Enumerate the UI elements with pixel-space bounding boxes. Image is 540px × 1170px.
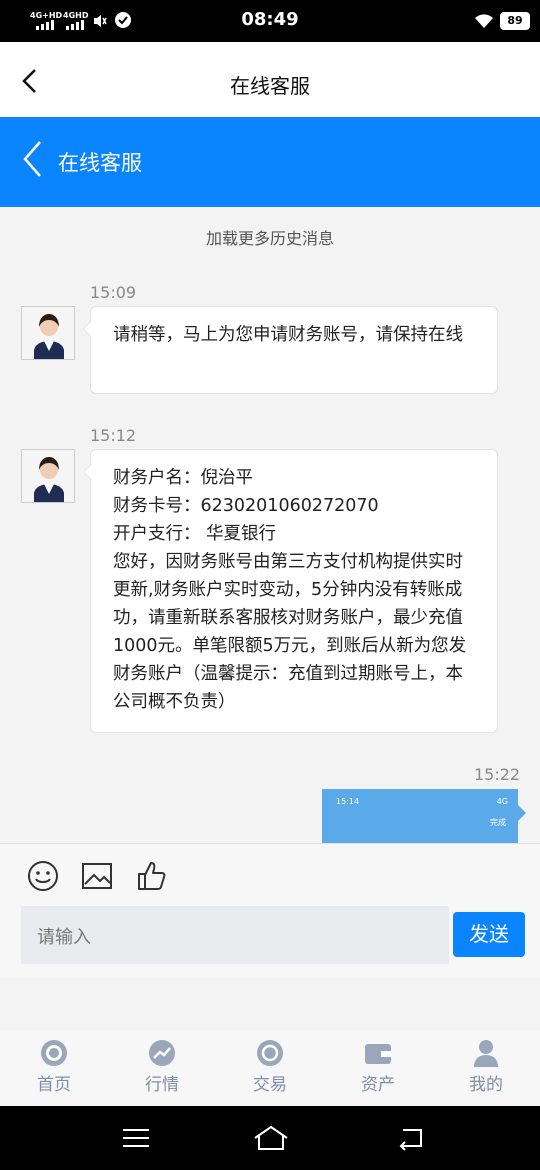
account-name-line: 财务户名：倪治平 <box>113 468 253 488</box>
image-bubble-tail <box>518 805 526 821</box>
message-timestamp: 15:09 <box>90 283 137 302</box>
bank-branch-line: 开户支行： 华夏银行 <box>113 524 277 544</box>
chart-icon <box>149 1040 175 1066</box>
home-nav-icon[interactable] <box>253 1124 289 1152</box>
avatar <box>21 449 75 503</box>
app-header: 在线客服 <box>0 42 540 117</box>
load-more-history[interactable]: 加载更多历史消息 <box>0 225 540 249</box>
wallet-icon <box>365 1044 391 1064</box>
tab-label: 资产 <box>361 1075 395 1095</box>
image-done-label: 完成 <box>490 818 506 827</box>
tab-label: 我的 <box>469 1075 503 1095</box>
tab-label: 交易 <box>253 1075 287 1095</box>
send-button[interactable]: 发送 <box>453 912 525 957</box>
image-clock: 15:14 <box>336 797 360 806</box>
back-nav-icon[interactable] <box>397 1124 427 1152</box>
home-icon <box>41 1040 67 1066</box>
message-bubble: 财务户名：倪治平 财务卡号：6230201060272070 开户支行： 华夏银… <box>83 449 498 733</box>
message-timestamp: 15:22 <box>474 765 521 784</box>
status-bar: 4G+HD 4GHD 08:49 89 <box>0 0 540 42</box>
chat-header: 在线客服 <box>0 117 540 207</box>
system-nav-bar <box>0 1106 540 1170</box>
tab-label: 行情 <box>145 1075 179 1095</box>
chat-back-icon[interactable] <box>20 139 46 179</box>
tab-trade[interactable]: 交易 <box>216 1038 324 1095</box>
tab-label: 首页 <box>37 1075 71 1095</box>
message-bubble: 请稍等，马上为您申请财务账号，请保持在线 <box>83 306 498 394</box>
clock: 08:49 <box>241 9 299 30</box>
page-title: 在线客服 <box>230 74 310 98</box>
tab-assets[interactable]: 资产 <box>324 1038 432 1095</box>
avatar <box>21 306 75 360</box>
message-input[interactable]: 请输入 <box>21 906 449 964</box>
user-icon <box>474 1040 498 1067</box>
image-status: 4G <box>496 797 508 806</box>
image-icon[interactable] <box>81 860 113 892</box>
menu-icon[interactable] <box>121 1124 151 1152</box>
tab-mine[interactable]: 我的 <box>432 1038 540 1095</box>
tab-market[interactable]: 行情 <box>108 1038 216 1095</box>
image-message[interactable]: 15:14 4G 完成 <box>322 789 518 843</box>
wifi-icon <box>475 14 493 28</box>
battery-indicator: 89 <box>500 12 530 30</box>
composer: 请输入 发送 <box>0 843 540 978</box>
message-text: 请稍等，马上为您申请财务账号，请保持在线 <box>113 325 463 345</box>
chat-area[interactable]: 加载更多历史消息 15:09 请稍等，马上为您申请财务账号，请保持在线 15:1… <box>0 207 540 843</box>
tab-home[interactable]: 首页 <box>0 1038 108 1095</box>
thumbs-up-icon[interactable] <box>136 860 168 892</box>
exchange-icon <box>257 1040 283 1066</box>
account-number-line: 财务卡号：6230201060272070 <box>113 496 379 516</box>
message-text: 您好，因财务账号由第三方支付机构提供实时更新,财务账户实时变动，5分钟内没有转账… <box>113 552 467 712</box>
emoji-icon[interactable] <box>27 860 59 892</box>
chat-title: 在线客服 <box>58 151 142 175</box>
message-timestamp: 15:12 <box>90 426 137 445</box>
tab-bar: 首页 行情 交易 资产 我的 <box>0 1030 540 1106</box>
